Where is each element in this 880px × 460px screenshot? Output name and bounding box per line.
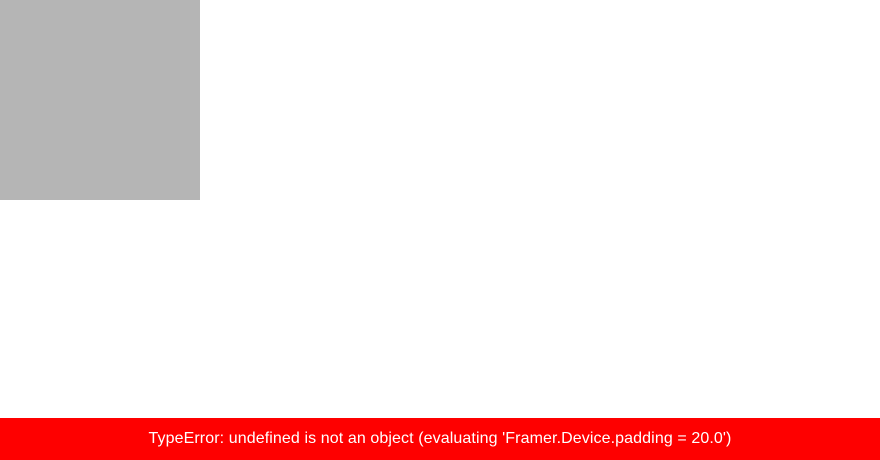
error-message: TypeError: undefined is not an object (e…: [148, 430, 732, 447]
error-banner: TypeError: undefined is not an object (e…: [0, 418, 880, 460]
prototype-canvas: TypeError: undefined is not an object (e…: [0, 0, 880, 460]
gray-layer: [0, 0, 200, 200]
